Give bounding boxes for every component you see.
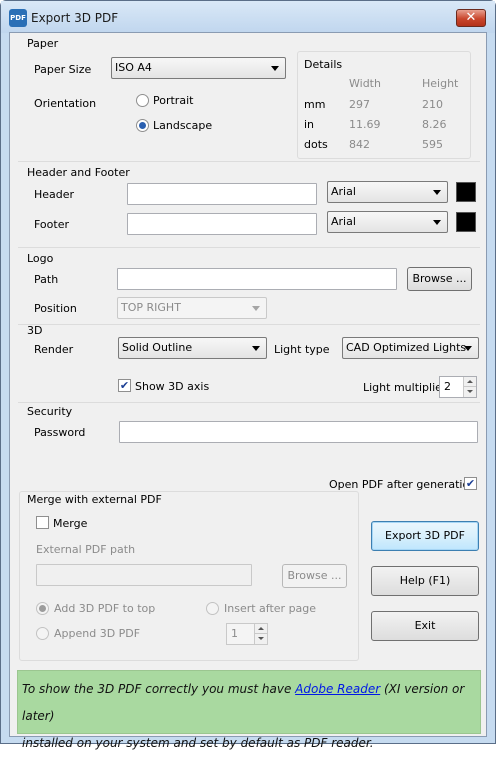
title-bar[interactable]: PDF Export 3D PDF ✕ xyxy=(1,1,495,33)
footer-label: Footer xyxy=(34,218,69,231)
append-radio[interactable] xyxy=(36,627,49,640)
pdf-app-icon: PDF xyxy=(9,9,27,27)
help-button[interactable]: Help (F1) xyxy=(371,566,479,596)
light-type-value: CAD Optimized Lights xyxy=(346,341,467,354)
3d-group-label: 3D xyxy=(27,324,43,337)
info-banner: To show the 3D PDF correctly you must ha… xyxy=(17,670,481,750)
header-label: Header xyxy=(34,188,75,201)
export-button[interactable]: Export 3D PDF xyxy=(371,521,479,551)
add-to-top-label: Add 3D PDF to top xyxy=(54,602,156,615)
logo-browse-button[interactable]: Browse ... xyxy=(407,267,472,291)
chevron-down-icon xyxy=(433,220,441,225)
security-group-label: Security xyxy=(27,405,73,418)
open-after-label: Open PDF after generation xyxy=(329,478,477,491)
spin-down-icon[interactable] xyxy=(463,387,476,397)
divider xyxy=(18,247,480,248)
logo-path-input[interactable] xyxy=(117,268,397,290)
window-title: Export 3D PDF xyxy=(31,11,119,25)
spin-up-icon[interactable] xyxy=(463,377,476,387)
light-multiplier-spinner[interactable]: 2 xyxy=(439,376,477,398)
portrait-radio[interactable] xyxy=(136,94,149,107)
unit-mm-label: mm xyxy=(304,98,326,111)
landscape-label: Landscape xyxy=(153,119,213,132)
height-column-header: Height xyxy=(422,77,459,90)
mm-height-value: 210 xyxy=(422,98,443,111)
in-width-value: 11.69 xyxy=(349,118,381,131)
append-label: Append 3D PDF xyxy=(54,627,141,640)
header-font-value: Arial xyxy=(331,185,356,198)
in-height-value: 8.26 xyxy=(422,118,447,131)
footer-color-swatch[interactable] xyxy=(456,212,476,232)
exit-button[interactable]: Exit xyxy=(371,611,479,641)
header-color-swatch[interactable] xyxy=(456,182,476,202)
header-input[interactable] xyxy=(127,183,317,205)
logo-group-label: Logo xyxy=(27,252,54,265)
unit-dots-label: dots xyxy=(304,138,328,151)
chevron-down-icon xyxy=(433,190,441,195)
paper-size-dropdown[interactable]: ISO A4 xyxy=(111,57,286,79)
open-after-checkbox[interactable]: ✔ xyxy=(464,477,477,490)
insert-after-label: Insert after page xyxy=(224,602,317,615)
footer-font-value: Arial xyxy=(331,215,356,228)
merge-panel: Merge External PDF path Browse ... Add 3… xyxy=(19,491,359,661)
external-browse-button[interactable]: Browse ... xyxy=(282,564,347,588)
divider xyxy=(18,324,480,325)
paper-size-label: Paper Size xyxy=(34,63,92,76)
logo-position-label: Position xyxy=(34,302,77,315)
merge-label: Merge xyxy=(53,517,88,530)
footer-font-dropdown[interactable]: Arial xyxy=(327,211,448,233)
unit-in-label: in xyxy=(304,118,315,131)
orientation-label: Orientation xyxy=(34,97,97,110)
dots-width-value: 842 xyxy=(349,138,370,151)
page-number-spinner[interactable]: 1 xyxy=(226,623,268,645)
header-footer-group-label: Header and Footer xyxy=(27,166,130,179)
chevron-down-icon xyxy=(271,66,279,71)
width-column-header: Width xyxy=(349,77,381,90)
render-value: Solid Outline xyxy=(122,341,193,354)
logo-path-label: Path xyxy=(34,273,59,286)
render-dropdown[interactable]: Solid Outline xyxy=(118,337,267,359)
external-path-label: External PDF path xyxy=(36,543,136,556)
dialog-client-area: Paper Paper Size ISO A4 Orientation Port… xyxy=(9,32,487,750)
logo-position-value: TOP RIGHT xyxy=(121,301,181,314)
external-path-input[interactable] xyxy=(36,564,252,586)
chevron-down-icon xyxy=(252,346,260,351)
spin-up-icon[interactable] xyxy=(254,624,267,634)
render-label: Render xyxy=(34,343,74,356)
mm-width-value: 297 xyxy=(349,98,370,111)
close-button[interactable]: ✕ xyxy=(456,9,486,27)
page-number-value: 1 xyxy=(231,627,238,640)
light-multiplier-value: 2 xyxy=(444,380,451,393)
landscape-radio[interactable] xyxy=(136,119,149,132)
logo-position-dropdown[interactable]: TOP RIGHT xyxy=(117,297,267,319)
header-font-dropdown[interactable]: Arial xyxy=(327,181,448,203)
details-label: Details xyxy=(304,58,343,71)
dots-height-value: 595 xyxy=(422,138,443,151)
paper-group-label: Paper xyxy=(27,37,59,50)
paper-size-value: ISO A4 xyxy=(115,61,152,74)
merge-checkbox[interactable] xyxy=(36,516,49,529)
details-panel: Details Width Height mm 297 210 in 11.69… xyxy=(297,51,471,159)
light-type-dropdown[interactable]: CAD Optimized Lights xyxy=(342,337,479,359)
chevron-down-icon xyxy=(252,306,260,311)
info-line-1: To show the 3D PDF correctly you must ha… xyxy=(22,676,480,730)
show-3d-axis-label: Show 3D axis xyxy=(135,380,210,393)
divider xyxy=(18,402,480,403)
chevron-down-icon xyxy=(464,346,472,351)
light-type-label: Light type xyxy=(274,343,330,356)
export-3d-pdf-window: PDF Export 3D PDF ✕ Paper Paper Size ISO… xyxy=(0,0,496,750)
spin-down-icon[interactable] xyxy=(254,634,267,644)
info-text-before: To show the 3D PDF correctly you must ha… xyxy=(22,682,296,696)
footer-input[interactable] xyxy=(127,213,317,235)
insert-after-radio[interactable] xyxy=(206,602,219,615)
light-multiplier-label: Light multiplier xyxy=(363,381,447,394)
divider xyxy=(18,161,480,162)
portrait-label: Portrait xyxy=(153,94,194,107)
password-label: Password xyxy=(34,426,86,439)
show-3d-axis-checkbox[interactable]: ✔ xyxy=(118,379,131,392)
adobe-reader-link[interactable]: Adobe Reader xyxy=(295,682,380,696)
password-input[interactable] xyxy=(119,421,478,443)
add-to-top-radio[interactable] xyxy=(36,602,49,615)
